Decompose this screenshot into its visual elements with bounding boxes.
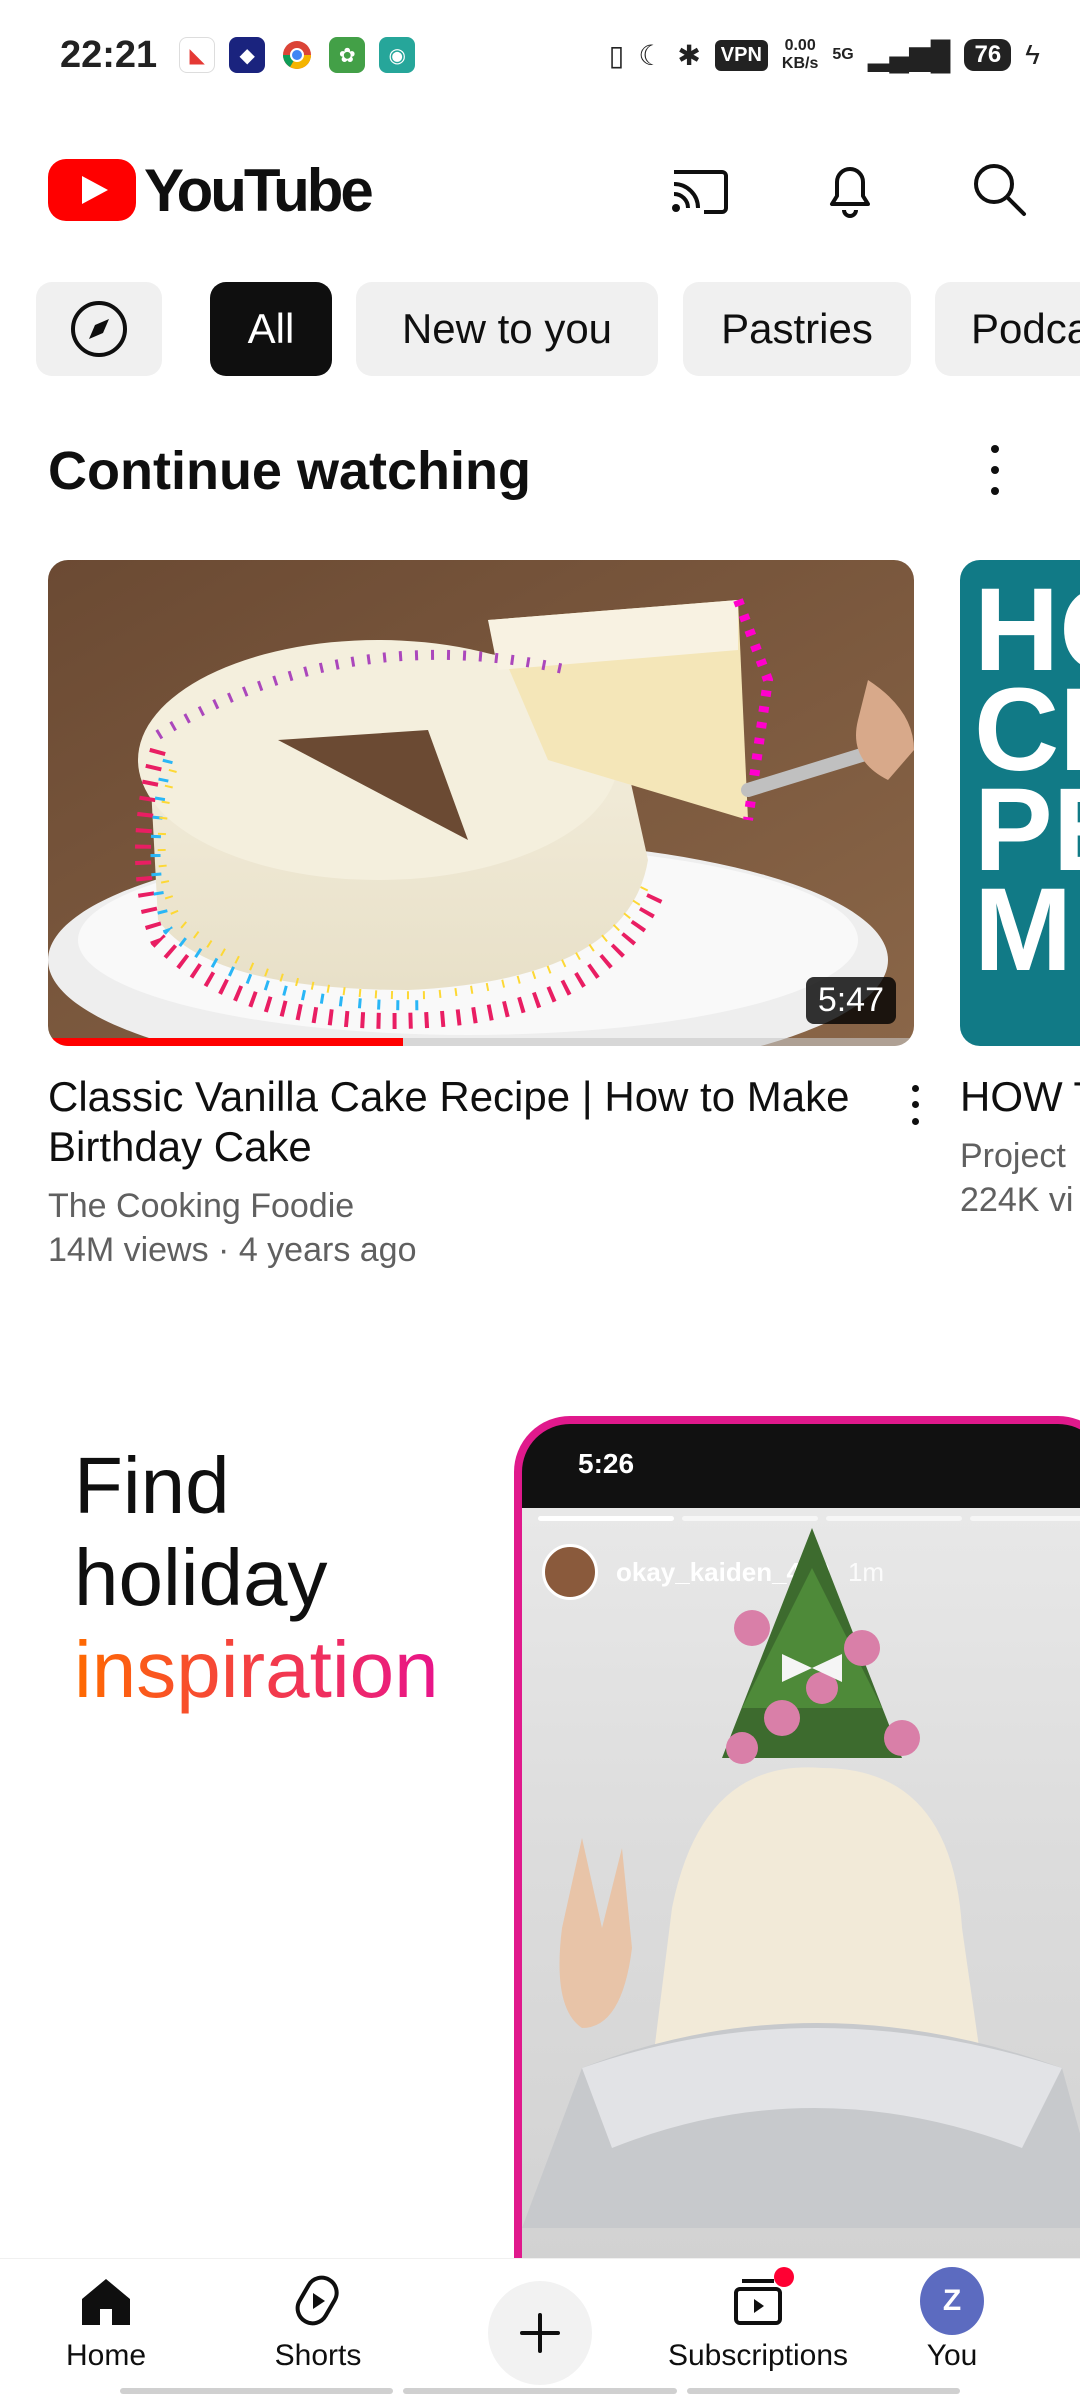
gesture-bar (120, 2388, 960, 2394)
signal-icon: ▂▄▆█ (867, 39, 951, 71)
chip-podcasts[interactable]: Podca (935, 282, 1080, 376)
dot (991, 444, 999, 453)
dot (991, 465, 999, 474)
charging-icon: ϟ (1025, 39, 1040, 70)
views-and-age: 14M views · 4 years ago (48, 1231, 417, 1269)
hotspot-icon: ◉ (379, 37, 416, 73)
app-notification-icon: ◣ (179, 37, 216, 73)
chip-new-to-you[interactable]: New to you (356, 282, 658, 376)
chrome-icon (279, 37, 316, 73)
nav-shorts-label: Shorts (274, 2339, 362, 2372)
network-speed: 0.00 KB/s (781, 37, 819, 72)
bluetooth-icon: ✱ (677, 39, 701, 71)
youtube-play-icon (48, 159, 136, 221)
dot (911, 1118, 919, 1126)
phone-status-time: 5:26 (578, 1448, 635, 1479)
chip-pastries[interactable]: Pastries (683, 282, 911, 376)
header-actions (668, 158, 1032, 222)
create-button[interactable] (488, 2281, 592, 2385)
promo-phone-mockup: 5:26 okay_kaiden_459 1m (514, 1416, 1080, 2316)
network-type: 5G (832, 46, 854, 63)
notification-icons: ◣ ◆ ✿ ◉ (179, 37, 416, 73)
youtube-logo[interactable]: YouTube (48, 156, 374, 225)
video-title[interactable]: Classic Vanilla Cake Recipe | How to Mak… (48, 1072, 888, 1172)
nav-subscriptions[interactable]: Subscriptions (667, 2267, 849, 2389)
compass-icon (71, 301, 127, 357)
search-icon (974, 164, 1026, 216)
watch-progress-bar (48, 1038, 404, 1046)
video-title[interactable]: HOW T SOCRA (960, 1072, 1080, 1122)
promo-headline: Find holiday inspiration (74, 1440, 439, 1716)
battery-level: 76 (964, 39, 1012, 71)
channel-name[interactable]: Project (960, 1134, 1080, 1178)
cast-button[interactable] (668, 158, 732, 222)
video-thumbnail[interactable]: 5:47 (48, 560, 914, 1046)
section-more-button[interactable] (980, 438, 1010, 502)
nav-subscriptions-label: Subscriptions (667, 2339, 849, 2372)
gesture-segment (120, 2388, 394, 2394)
app-icon-green: ✿ (329, 37, 366, 73)
app-header: YouTube (0, 140, 1080, 240)
plus-icon (520, 2313, 560, 2353)
promo-line-3: inspiration (74, 1625, 439, 1714)
filter-chips: All New to you Pastries Podca (0, 282, 1080, 376)
new-content-dot (774, 2267, 794, 2287)
gesture-segment (686, 2388, 960, 2394)
channel-name[interactable]: The Cooking Foodie (48, 1184, 914, 1228)
video-thumbnail[interactable]: HO CH PE MI (960, 560, 1080, 1046)
nav-you[interactable]: Z You (862, 2267, 1042, 2389)
do-not-disturb-icon: ☾ (638, 39, 664, 71)
logo-text: YouTube (144, 156, 374, 224)
video-duration: 5:47 (805, 977, 896, 1024)
chip-all[interactable]: All (210, 282, 332, 376)
subscriptions-icon (726, 2267, 794, 2333)
dot (991, 487, 999, 496)
search-button[interactable] (968, 158, 1032, 222)
nav-home-label: Home (65, 2339, 147, 2372)
vibrate-icon: ▯ (608, 39, 625, 71)
bottom-navigation: Home Shorts Subscriptions Z You (0, 2258, 1080, 2400)
clock: 22:21 (60, 33, 158, 76)
cake-thumbnail-image (48, 560, 914, 1046)
cast-icon (672, 170, 728, 214)
nav-shorts[interactable]: Shorts (228, 2269, 408, 2389)
status-bar: 22:21 ◣ ◆ ✿ ◉ ▯ ☾ ✱ VPN 0.00 KB/s 5G ▂▄▆… (0, 0, 1080, 110)
promo-line-1: Find (74, 1441, 230, 1530)
bell-icon (830, 167, 870, 218)
status-indicators: ▯ ☾ ✱ VPN 0.00 KB/s 5G ▂▄▆█ 76 ϟ (609, 37, 1040, 73)
home-icon (74, 2269, 138, 2333)
video-more-button[interactable] (905, 1080, 925, 1130)
video-meta: The Cooking Foodie 14M views · 4 years a… (48, 1184, 914, 1272)
views-and-age: 224K vi (960, 1181, 1074, 1219)
profile-icon: Z (920, 2267, 984, 2335)
story-photo-image (522, 1528, 1080, 2228)
story-preview: okay_kaiden_459 1m (522, 1508, 1080, 2308)
video-card[interactable]: 5:47 Classic Vanilla Cake Recipe | How t… (48, 560, 914, 1272)
continue-watching-title: Continue watching (48, 441, 531, 501)
video-card[interactable]: HO CH PE MI HOW T SOCRA Project 224K vi (960, 560, 1080, 1222)
nav-you-label: You (926, 2339, 978, 2372)
vpn-badge: VPN (714, 39, 768, 71)
avatar: Z (920, 2267, 984, 2335)
gesture-segment (403, 2388, 677, 2394)
promo-line-2: holiday (74, 1533, 328, 1622)
dot (911, 1084, 919, 1092)
dot (911, 1101, 919, 1109)
nav-home[interactable]: Home (16, 2269, 196, 2389)
promo-banner[interactable]: Find holiday inspiration 5:26 okay_kaide… (0, 1380, 1080, 2316)
cat-app-icon: ◆ (229, 37, 266, 73)
explore-chip[interactable] (36, 282, 162, 376)
shorts-icon (286, 2269, 350, 2333)
notifications-button[interactable] (818, 158, 882, 222)
